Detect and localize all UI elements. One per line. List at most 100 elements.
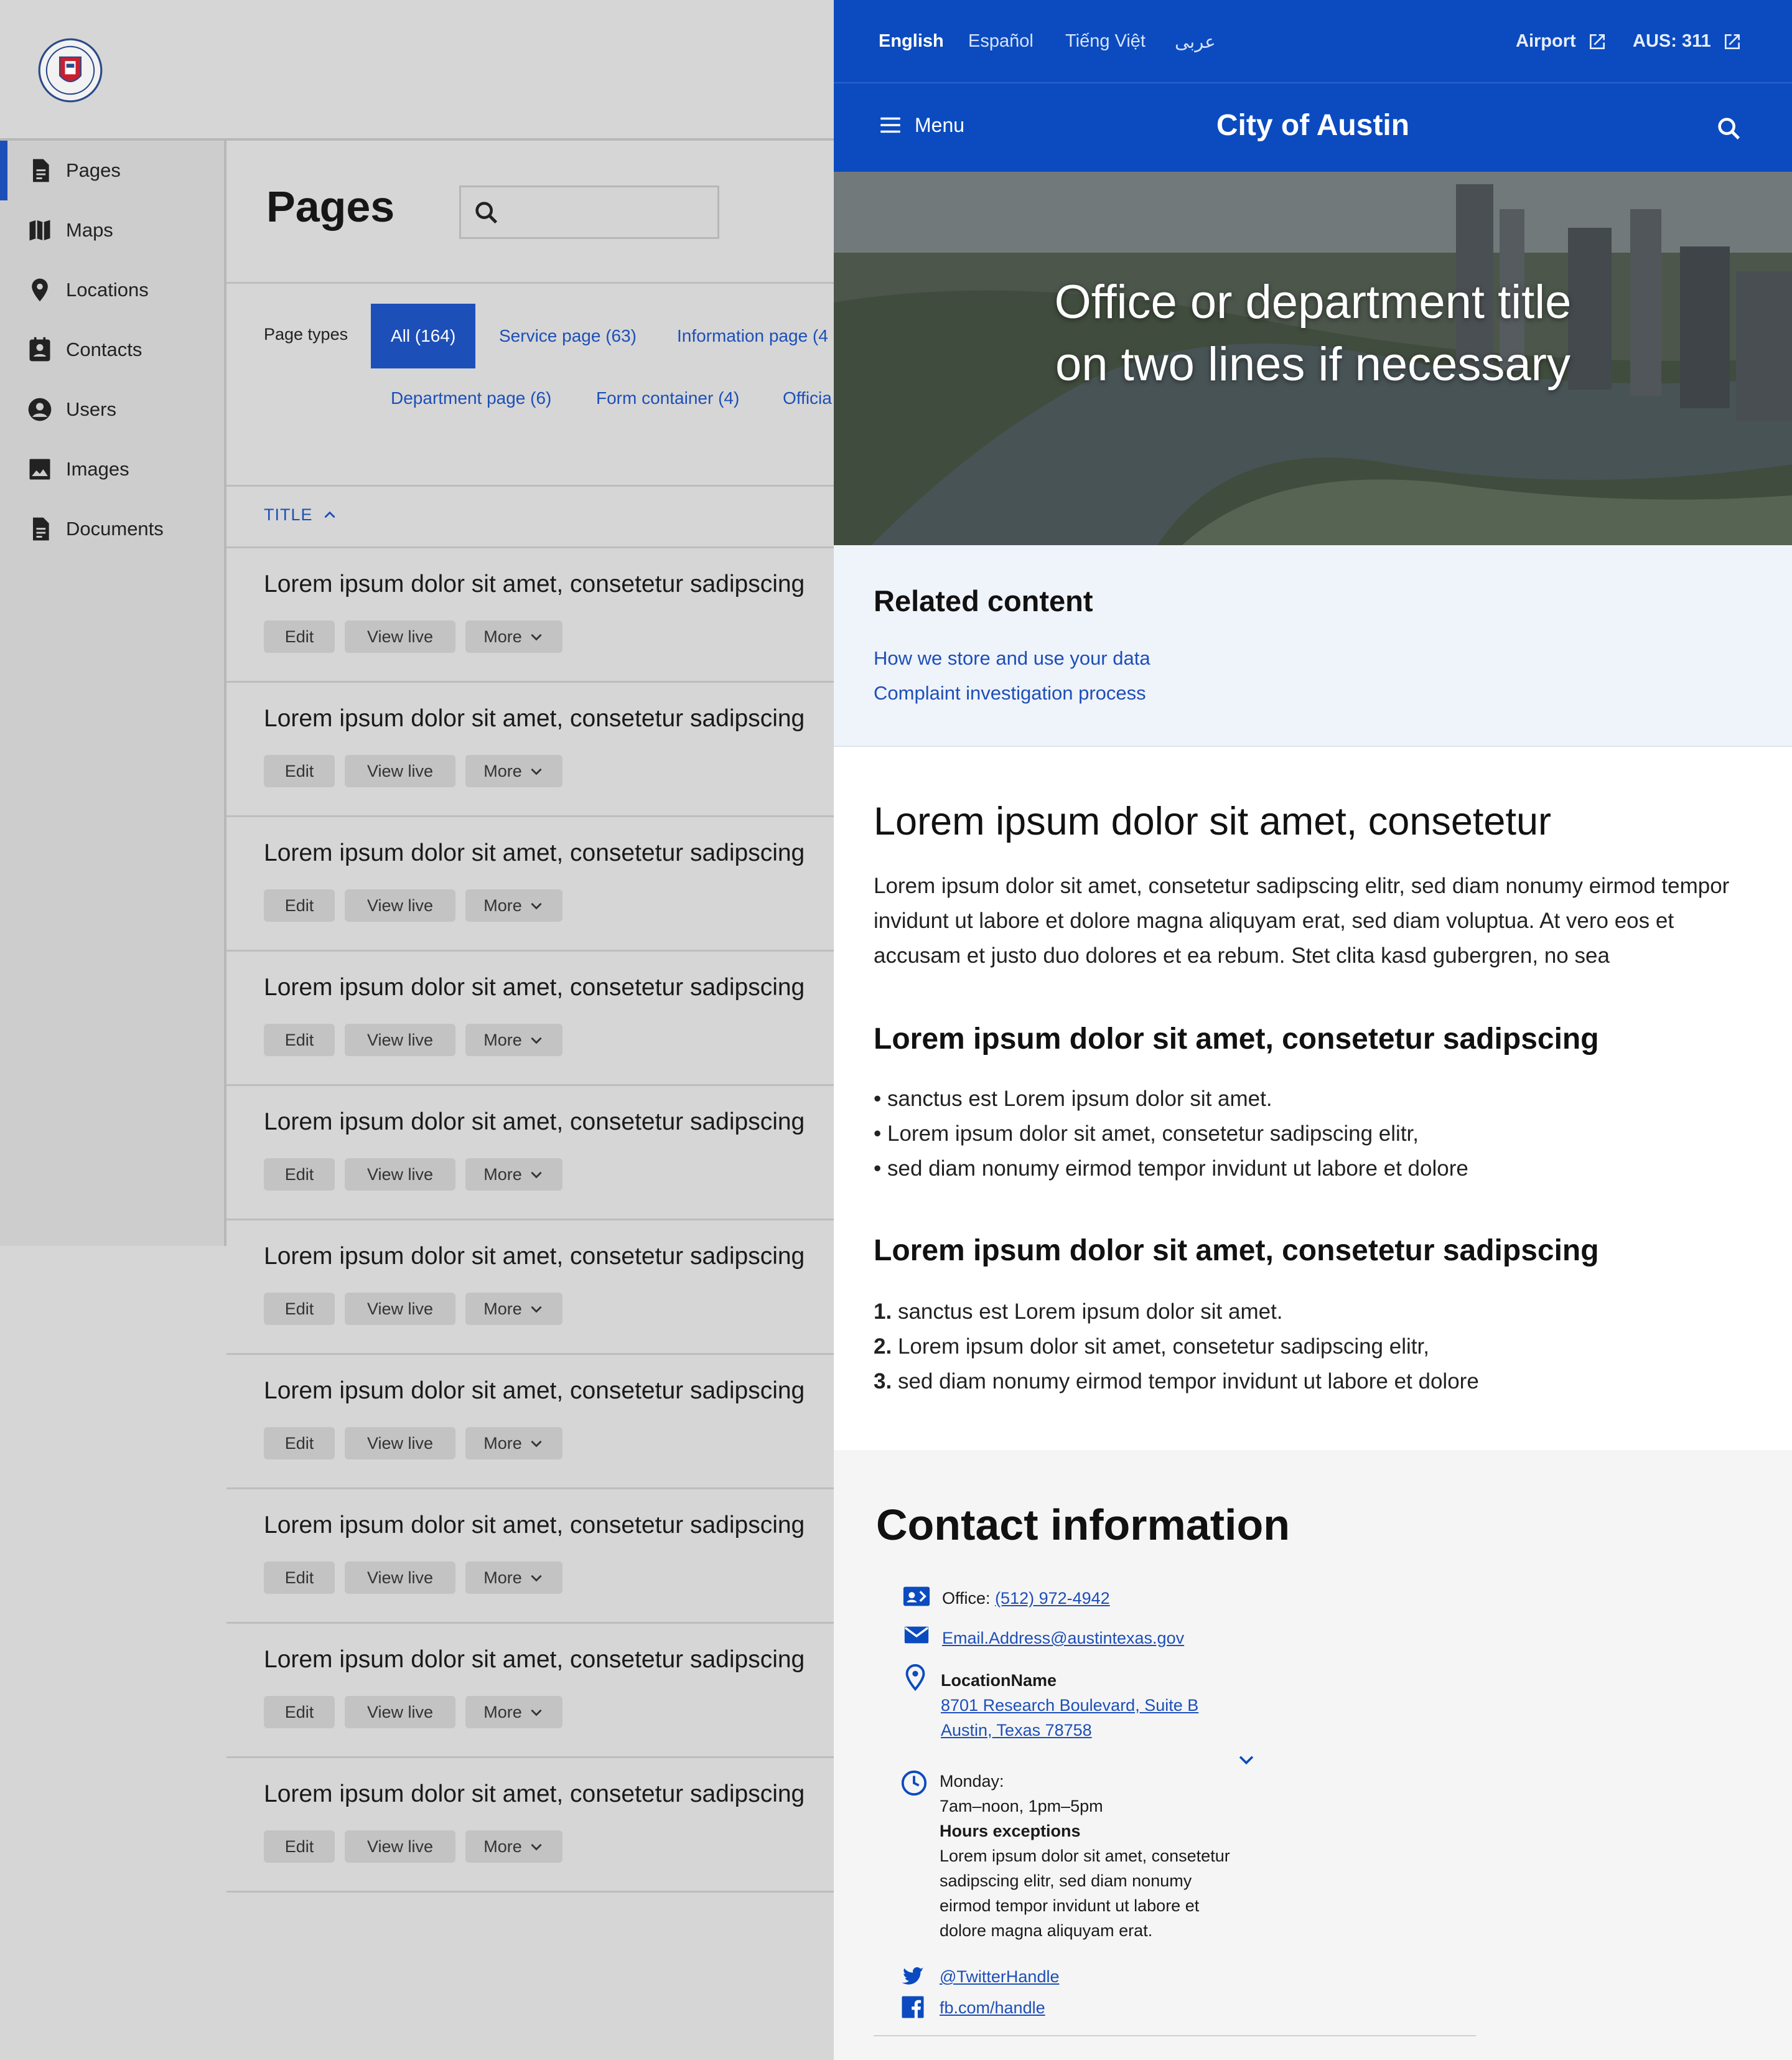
row-title[interactable]: Lorem ipsum dolor sit amet, consetetur s…: [264, 1243, 805, 1270]
lang-english[interactable]: English: [879, 31, 944, 52]
page-header: Pages: [226, 141, 834, 284]
row-title[interactable]: Lorem ipsum dolor sit amet, consetetur s…: [264, 1781, 805, 1808]
email-link[interactable]: Email.Address@austintexas.gov: [942, 1626, 1184, 1650]
edit-button[interactable]: Edit: [264, 1024, 335, 1056]
row-title[interactable]: Lorem ipsum dolor sit amet, consetetur s…: [264, 840, 805, 867]
table-row: Lorem ipsum dolor sit amet, consetetur s…: [226, 1220, 834, 1355]
sidebar-item-label: Contacts: [66, 339, 142, 360]
sidebar-item-maps[interactable]: Maps: [0, 200, 224, 260]
sidebar-item-images[interactable]: Images: [0, 439, 224, 499]
content-paragraph: Lorem ipsum dolor sit amet, consetetur s…: [874, 874, 1730, 968]
sidebar-item-pages[interactable]: Pages: [0, 141, 224, 200]
row-title[interactable]: Lorem ipsum dolor sit amet, consetetur s…: [264, 1646, 805, 1674]
sidebar-item-contacts[interactable]: Contacts: [0, 320, 224, 380]
view-live-button[interactable]: View live: [345, 1561, 455, 1594]
chevron-down-icon: [531, 902, 542, 910]
view-live-button[interactable]: View live: [345, 1158, 455, 1191]
edit-button[interactable]: Edit: [264, 1158, 335, 1191]
hours-exceptions: Hours exceptions Lorem ipsum dolor sit a…: [940, 1819, 1230, 1943]
office-phone-link[interactable]: (512) 972-4942: [995, 1589, 1110, 1608]
filter-form-container[interactable]: Form container (4): [596, 366, 739, 431]
sidebar-item-label: Locations: [66, 279, 149, 301]
sort-by-title[interactable]: TITLE: [264, 505, 338, 525]
view-live-button[interactable]: View live: [345, 1024, 455, 1056]
filter-department-page[interactable]: Department page (6): [391, 366, 551, 431]
edit-button[interactable]: Edit: [264, 1696, 335, 1728]
lang-espanol[interactable]: Español: [968, 31, 1034, 52]
chevron-down-icon[interactable]: [1236, 1749, 1257, 1770]
view-live-button[interactable]: View live: [345, 889, 455, 922]
view-live-button[interactable]: View live: [345, 755, 455, 787]
city-seal-logo[interactable]: [37, 37, 103, 103]
email-icon: [904, 1626, 929, 1644]
more-label: More: [483, 1030, 522, 1049]
lang-arabic[interactable]: عربى: [1175, 31, 1216, 53]
sidebar-item-label: Users: [66, 398, 116, 420]
more-button[interactable]: More: [465, 620, 562, 653]
admin-app: Pages Maps Locations Contacts Users Imag…: [0, 0, 834, 2060]
edit-button[interactable]: Edit: [264, 1830, 335, 1863]
more-button[interactable]: More: [465, 1158, 562, 1191]
lang-vietnamese[interactable]: Tiếng Việt: [1065, 31, 1146, 52]
chevron-down-icon: [531, 1575, 542, 1582]
sidebar-item-locations[interactable]: Locations: [0, 260, 224, 320]
sidebar-item-users[interactable]: Users: [0, 380, 224, 439]
row-title[interactable]: Lorem ipsum dolor sit amet, consetetur s…: [264, 705, 805, 733]
contact-information: Contact information Office: (512) 972-49…: [834, 1450, 1792, 2060]
view-live-button[interactable]: View live: [345, 1293, 455, 1325]
office-label: Office:: [942, 1589, 991, 1608]
page-type-filters: Page types All (164) Service page (63) I…: [226, 284, 834, 487]
search-input[interactable]: [459, 185, 719, 239]
contact-card-icon: [29, 337, 50, 362]
edit-button[interactable]: Edit: [264, 889, 335, 922]
aus-311-link[interactable]: AUS: 311: [1633, 31, 1742, 52]
airport-link[interactable]: Airport: [1516, 31, 1607, 52]
related-link[interactable]: How we store and use your data: [874, 647, 1150, 670]
more-label: More: [483, 1837, 522, 1856]
more-button[interactable]: More: [465, 1293, 562, 1325]
hours-time: 7am–noon, 1pm–5pm: [940, 1797, 1103, 1815]
table-row: Lorem ipsum dolor sit amet, consetetur s…: [226, 817, 834, 952]
search-icon[interactable]: [1715, 115, 1743, 143]
filter-official[interactable]: Officia: [783, 366, 832, 431]
row-title[interactable]: Lorem ipsum dolor sit amet, consetetur s…: [264, 1377, 805, 1405]
more-button[interactable]: More: [465, 1696, 562, 1728]
more-button[interactable]: More: [465, 1561, 562, 1594]
chevron-down-icon: [531, 1171, 542, 1179]
edit-button[interactable]: Edit: [264, 620, 335, 653]
row-title[interactable]: Lorem ipsum dolor sit amet, consetetur s…: [264, 1512, 805, 1539]
more-button[interactable]: More: [465, 755, 562, 787]
edit-button[interactable]: Edit: [264, 1427, 335, 1459]
map-icon: [29, 220, 50, 241]
twitter-link[interactable]: @TwitterHandle: [940, 1964, 1059, 1989]
edit-button[interactable]: Edit: [264, 1293, 335, 1325]
page-types-label: Page types: [264, 325, 348, 344]
view-live-button[interactable]: View live: [345, 1696, 455, 1728]
edit-button[interactable]: Edit: [264, 755, 335, 787]
edit-button[interactable]: Edit: [264, 1561, 335, 1594]
document-icon: [33, 517, 49, 541]
filter-all[interactable]: All (164): [371, 304, 476, 368]
numbered-item: 1. sanctus est Lorem ipsum dolor sit ame…: [874, 1299, 1283, 1324]
filter-information-page[interactable]: Information page (4: [677, 304, 828, 368]
hours-day: Monday:: [940, 1772, 1004, 1791]
view-live-button[interactable]: View live: [345, 1830, 455, 1863]
more-button[interactable]: More: [465, 1024, 562, 1056]
filter-service-page[interactable]: Service page (63): [499, 304, 637, 368]
sidebar-item-documents[interactable]: Documents: [0, 499, 224, 559]
more-button[interactable]: More: [465, 1830, 562, 1863]
site-name[interactable]: City of Austin: [834, 108, 1792, 143]
view-live-button[interactable]: View live: [345, 1427, 455, 1459]
document-icon: [33, 159, 49, 182]
address-line-1[interactable]: 8701 Research Boulevard, Suite B: [941, 1693, 1198, 1718]
row-title[interactable]: Lorem ipsum dolor sit amet, consetetur s…: [264, 1108, 805, 1136]
bullet-item: • Lorem ipsum dolor sit amet, consetetur…: [874, 1121, 1419, 1146]
more-button[interactable]: More: [465, 1427, 562, 1459]
row-title[interactable]: Lorem ipsum dolor sit amet, consetetur s…: [264, 571, 805, 598]
row-title[interactable]: Lorem ipsum dolor sit amet, consetetur s…: [264, 974, 805, 1001]
more-button[interactable]: More: [465, 889, 562, 922]
view-live-button[interactable]: View live: [345, 620, 455, 653]
facebook-link[interactable]: fb.com/handle: [940, 1995, 1045, 2020]
address-line-2[interactable]: Austin, Texas 78758: [941, 1718, 1198, 1743]
related-link[interactable]: Complaint investigation process: [874, 682, 1146, 705]
